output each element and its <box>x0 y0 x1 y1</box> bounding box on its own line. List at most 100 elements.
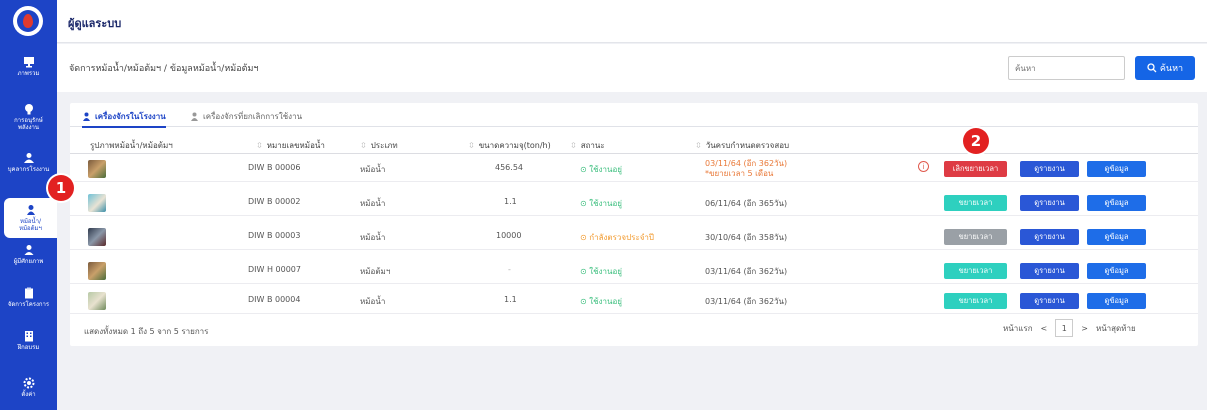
last-page-link[interactable]: หน้าสุดท้าย <box>1096 322 1136 335</box>
search-icon <box>1147 63 1157 73</box>
status-text: กำลังตรวจประจำปี <box>589 233 654 242</box>
view-report-button[interactable]: ดูรายงาน <box>1020 161 1079 177</box>
sub-header: จัดการหม้อน้ำ/หม้อต้มฯ / ข้อมูลหม้อน้ำ/ห… <box>57 44 1207 92</box>
sidebar-item-label: จัดการโครงการ <box>7 301 50 308</box>
sidebar: ภาพรวม การอนุรักษ์ พลังงาน บุคลากรโรงงาน… <box>0 0 57 410</box>
due-note: *ขยายเวลา 5 เดือน <box>705 169 774 178</box>
view-report-button[interactable]: ดูรายงาน <box>1020 263 1079 279</box>
boiler-photo <box>88 262 106 280</box>
next-page-link[interactable]: > <box>1081 324 1088 333</box>
boiler-capacity: - <box>508 265 511 274</box>
search-button[interactable]: ค้นหา <box>1135 56 1195 80</box>
column-header-label: ประเภท <box>370 141 398 150</box>
boiler-type: หม้อน้ำ <box>360 297 386 306</box>
building-icon <box>23 330 35 342</box>
sidebar-item-boiler[interactable]: หม้อน้ำ/ หม้อต้มฯ <box>4 198 57 238</box>
boiler-icon <box>25 204 37 216</box>
sort-icon: ⇳ <box>256 141 263 150</box>
table-row: DIW B 00003 หม้อน้ำ 10000 ⊙ กำลังตรวจประ… <box>70 223 1198 250</box>
extend-button[interactable]: ขยายเวลา <box>944 293 1007 309</box>
sidebar-item-label: บุคลากรโรงงาน <box>7 166 50 173</box>
table-row: DIW H 00007 หม้อต้มฯ - ⊙ ใช้งานอยู่ 03/1… <box>70 257 1198 284</box>
view-info-button[interactable]: ดูข้อมูล <box>1087 161 1146 177</box>
tab-active-machines[interactable]: เครื่องจักรในโรงงาน <box>82 110 166 128</box>
column-header-status[interactable]: ⇳ สถานะ <box>570 139 605 152</box>
boiler-type: หม้อน้ำ <box>360 233 386 242</box>
view-report-button[interactable]: ดูรายงาน <box>1020 293 1079 309</box>
view-info-button[interactable]: ดูข้อมูล <box>1087 229 1146 245</box>
search-button-label: ค้นหา <box>1159 64 1184 74</box>
boiler-number: DIW B 00006 <box>248 163 301 172</box>
logo-flame-icon <box>17 10 39 32</box>
breadcrumb: จัดการหม้อน้ำ/หม้อต้มฯ / ข้อมูลหม้อน้ำ/ห… <box>69 64 259 74</box>
sidebar-item-label: การอนุรักษ์ พลังงาน <box>14 117 43 131</box>
sidebar-item-label: ฝึกอบรม <box>17 344 40 351</box>
column-header-number[interactable]: ⇳ หมายเลขหม้อน้ำ <box>256 139 325 152</box>
table-row: DIW B 00004 หม้อน้ำ 1.1 ⊙ ใช้งานอยู่ 03/… <box>70 287 1198 314</box>
logo[interactable] <box>13 6 43 36</box>
prev-page-link[interactable]: < <box>1041 324 1048 333</box>
sort-icon: ⇳ <box>360 141 367 150</box>
page-title: ผู้ดูแลระบบ <box>68 17 122 30</box>
sidebar-item-overview[interactable]: ภาพรวม <box>0 56 57 77</box>
boiler-type: หม้อน้ำ <box>360 165 386 174</box>
sidebar-item-label: ตั้งค่า <box>21 391 36 398</box>
sidebar-item-qualified[interactable]: ผู้มีศักยภาพ <box>0 244 57 265</box>
column-header-capacity[interactable]: ⇳ ขนาดความจุ(ton/h) <box>468 139 551 152</box>
annotation-marker-1: 1 <box>48 175 74 201</box>
boiler-capacity: 1.1 <box>504 197 517 206</box>
status-text: ใช้งานอยู่ <box>589 165 622 174</box>
sort-icon: ⇳ <box>695 141 702 150</box>
gear-icon <box>23 377 35 389</box>
sidebar-item-energy[interactable]: การอนุรักษ์ พลังงาน <box>0 103 57 131</box>
sidebar-item-label: ผู้มีศักยภาพ <box>13 258 44 265</box>
column-header-type[interactable]: ⇳ ประเภท <box>360 139 398 152</box>
boiler-capacity: 1.1 <box>504 295 517 304</box>
sidebar-item-training[interactable]: ฝึกอบรม <box>0 330 57 351</box>
due-date: 03/11/64 (อีก 362วัน) *ขยายเวลา 5 เดือน <box>705 159 787 179</box>
cancel-extension-button[interactable]: เลิกขยายเวลา <box>944 161 1007 177</box>
tab-bar: เครื่องจักรในโรงงาน เครื่องจักรที่ยกเลิก… <box>70 107 1198 128</box>
boiler-photo <box>88 292 106 310</box>
due-date: 30/10/64 (อีก 358วัน) <box>705 233 788 242</box>
boiler-capacity: 456.54 <box>495 163 523 172</box>
status-badge: ⊙ กำลังตรวจประจำปี <box>580 233 654 242</box>
person-icon <box>83 112 90 121</box>
view-report-button[interactable]: ดูรายงาน <box>1020 229 1079 245</box>
monitor-icon <box>23 56 35 68</box>
person-icon <box>191 112 198 121</box>
boiler-photo <box>88 194 106 212</box>
extend-button-disabled[interactable]: ขยายเวลา <box>944 229 1007 245</box>
first-page-link[interactable]: หน้าแรก <box>1003 322 1033 335</box>
table-header: รูปภาพหม้อน้ำ/หม้อต้มฯ ⇳ หมายเลขหม้อน้ำ ⇳… <box>70 136 1198 154</box>
due-date-text: 03/11/64 (อีก 362วัน) <box>705 159 788 168</box>
annotation-marker-2: 2 <box>963 128 989 154</box>
sidebar-item-label: หม้อน้ำ/ หม้อต้มฯ <box>19 218 42 232</box>
status-badge: ⊙ ใช้งานอยู่ <box>580 199 622 208</box>
extend-button[interactable]: ขยายเวลา <box>944 195 1007 211</box>
warning-icon[interactable]: i <box>918 161 929 172</box>
pagination: หน้าแรก < 1 > หน้าสุดท้าย <box>1003 319 1136 337</box>
current-page[interactable]: 1 <box>1055 319 1074 337</box>
column-header-due-date[interactable]: ⇳ วันครบกำหนดตรวจสอบ <box>695 139 789 152</box>
sidebar-item-staff[interactable]: บุคลากรโรงงาน <box>0 152 57 173</box>
sidebar-item-settings[interactable]: ตั้งค่า <box>0 377 57 398</box>
view-info-button[interactable]: ดูข้อมูล <box>1087 263 1146 279</box>
clipboard-icon <box>23 287 35 299</box>
search-input[interactable] <box>1008 56 1125 80</box>
view-report-button[interactable]: ดูรายงาน <box>1020 195 1079 211</box>
view-info-button[interactable]: ดูข้อมูล <box>1087 195 1146 211</box>
extend-button[interactable]: ขยายเวลา <box>944 263 1007 279</box>
view-info-button[interactable]: ดูข้อมูล <box>1087 293 1146 309</box>
boiler-capacity: 10000 <box>496 231 522 240</box>
column-header-label: ขนาดความจุ(ton/h) <box>478 141 551 150</box>
tab-cancelled-machines[interactable]: เครื่องจักรที่ยกเลิกการใช้งาน <box>190 110 302 123</box>
boiler-list-card: เครื่องจักรในโรงงาน เครื่องจักรที่ยกเลิก… <box>70 103 1198 346</box>
status-text: ใช้งานอยู่ <box>589 297 622 306</box>
status-badge: ⊙ ใช้งานอยู่ <box>580 165 622 174</box>
boiler-type: หม้อต้มฯ <box>360 267 391 276</box>
column-header-label: วันครบกำหนดตรวจสอบ <box>705 141 790 150</box>
sidebar-item-projects[interactable]: จัดการโครงการ <box>0 287 57 308</box>
boiler-photo <box>88 228 106 246</box>
sort-icon: ⇳ <box>570 141 577 150</box>
